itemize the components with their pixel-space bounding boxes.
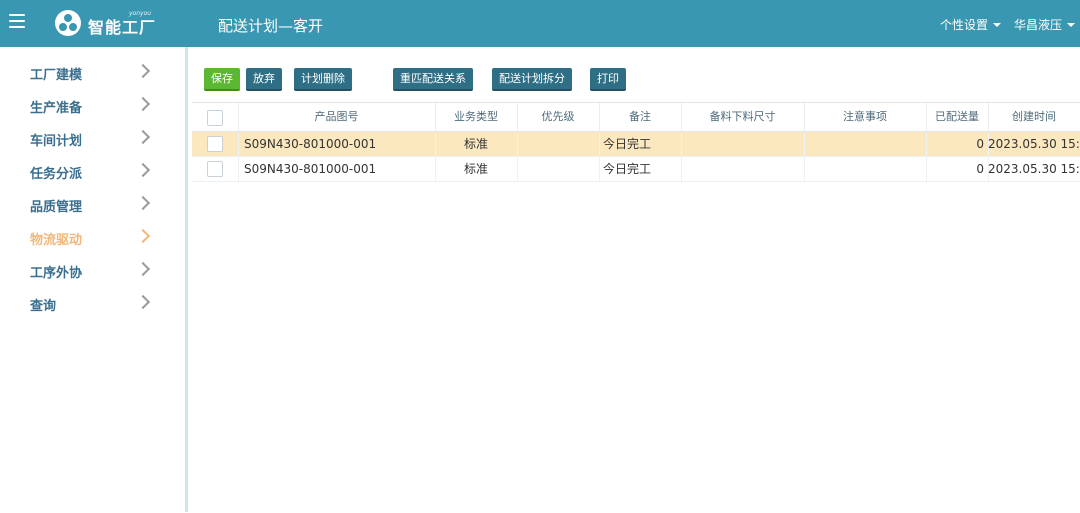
sidebar-item-label: 品质管理 xyxy=(30,200,83,215)
remark-cell: 今日完工 xyxy=(599,132,682,156)
created-cell: 2023.05.30 15:15:25 xyxy=(988,162,1080,176)
material-size-cell xyxy=(681,132,805,156)
sidebar-item-label: 工序外协 xyxy=(30,266,83,281)
column-header-material-size[interactable]: 备料下料尺寸 xyxy=(681,103,805,131)
table-row[interactable]: S09N430-801000-001 标准 今日完工 0 2023.05.30 … xyxy=(192,157,1080,182)
priority-cell xyxy=(517,132,600,156)
column-header-product-no[interactable]: 产品图号 xyxy=(238,103,436,131)
chevron-right-icon xyxy=(135,162,151,178)
sidebar-item-label: 车间计划 xyxy=(30,134,83,149)
sidebar-item-query[interactable]: 查询 xyxy=(0,287,185,320)
product-no-cell: S09N430-801000-001 xyxy=(238,132,436,156)
personal-settings-label: 个性设置 xyxy=(940,18,989,32)
product-no-cell: S09N430-801000-001 xyxy=(238,157,436,181)
column-header-biz-type[interactable]: 业务类型 xyxy=(435,103,518,131)
sidebar-item-outsourcing[interactable]: 工序外协 xyxy=(0,254,185,287)
app-logo-icon xyxy=(55,10,81,36)
chevron-right-icon xyxy=(135,261,151,277)
sidebar-item-task-dispatch[interactable]: 任务分派 xyxy=(0,155,185,188)
sidebar-item-label: 查询 xyxy=(30,299,57,314)
row-checkbox[interactable] xyxy=(207,136,223,152)
delivered-cell: 0 xyxy=(926,132,989,156)
split-plan-button[interactable]: 配送计划拆分 xyxy=(492,68,572,91)
column-header-remark[interactable]: 备注 xyxy=(599,103,682,131)
priority-cell xyxy=(517,157,600,181)
sidebar-item-label: 物流驱动 xyxy=(30,233,83,248)
sidebar: 工厂建模 生产准备 车间计划 任务分派 品质管理 物流驱动 工序外协 查询 xyxy=(0,47,188,512)
row-checkbox[interactable] xyxy=(207,161,223,177)
created-cell: 2023.05.30 15:15:25 xyxy=(988,137,1080,151)
delivered-cell: 0 xyxy=(926,157,989,181)
notes-cell xyxy=(804,132,927,156)
top-bar: 智能工厂 yonyou 配送计划—客开 个性设置 华昌液压 xyxy=(0,0,1080,47)
chevron-right-icon xyxy=(135,294,151,310)
sidebar-item-label: 任务分派 xyxy=(30,167,83,182)
column-header-delivered[interactable]: 已配送量 xyxy=(926,103,989,131)
notes-cell xyxy=(804,157,927,181)
discard-button[interactable]: 放弃 xyxy=(246,68,282,91)
menu-toggle-icon[interactable] xyxy=(9,14,25,28)
sidebar-item-logistics[interactable]: 物流驱动 xyxy=(0,221,185,254)
column-header-notes[interactable]: 注意事项 xyxy=(804,103,927,131)
company-menu[interactable]: 华昌液压 xyxy=(1014,16,1076,33)
brand-name: 智能工厂 xyxy=(88,18,157,37)
chevron-right-icon xyxy=(135,63,151,79)
column-header-created[interactable]: 创建时间 xyxy=(988,103,1080,131)
sidebar-item-label: 工厂建模 xyxy=(30,68,83,83)
company-label: 华昌液压 xyxy=(1014,18,1063,32)
row-checkbox-cell xyxy=(192,157,239,181)
sidebar-item-workshop-plan[interactable]: 车间计划 xyxy=(0,122,185,155)
table-header: 产品图号 业务类型 优先级 备注 备料下料尺寸 注意事项 已配送量 创建时间 xyxy=(192,103,1080,132)
remark-cell: 今日完工 xyxy=(599,157,682,181)
chevron-down-icon xyxy=(993,23,1002,27)
chevron-right-icon xyxy=(135,228,151,244)
row-checkbox-cell xyxy=(192,132,239,156)
print-button[interactable]: 打印 xyxy=(590,68,626,91)
column-header-priority[interactable]: 优先级 xyxy=(517,103,600,131)
biz-type-cell: 标准 xyxy=(435,132,518,156)
brand-subtitle: yonyou xyxy=(129,10,152,17)
sidebar-item-label: 生产准备 xyxy=(30,101,83,116)
save-button[interactable]: 保存 xyxy=(204,68,240,91)
page-title: 配送计划—客开 xyxy=(218,17,324,35)
select-all-checkbox[interactable] xyxy=(207,110,223,126)
chevron-right-icon xyxy=(135,96,151,112)
chevron-right-icon xyxy=(135,195,151,211)
delete-plan-button[interactable]: 计划删除 xyxy=(294,68,352,91)
biz-type-cell: 标准 xyxy=(435,157,518,181)
chevron-right-icon xyxy=(135,129,151,145)
chevron-down-icon xyxy=(1067,23,1076,27)
rematch-delivery-button[interactable]: 重匹配送关系 xyxy=(393,68,473,91)
sidebar-item-production-prep[interactable]: 生产准备 xyxy=(0,89,185,122)
personal-settings-menu[interactable]: 个性设置 xyxy=(940,16,1002,33)
delivery-plan-table: 产品图号 业务类型 优先级 备注 备料下料尺寸 注意事项 已配送量 创建时间 S… xyxy=(192,102,1080,513)
sidebar-item-factory-modeling[interactable]: 工厂建模 xyxy=(0,56,185,89)
material-size-cell xyxy=(681,157,805,181)
select-all-cell xyxy=(192,103,239,131)
sidebar-item-quality[interactable]: 品质管理 xyxy=(0,188,185,221)
table-row[interactable]: S09N430-801000-001 标准 今日完工 0 2023.05.30 … xyxy=(192,132,1080,157)
